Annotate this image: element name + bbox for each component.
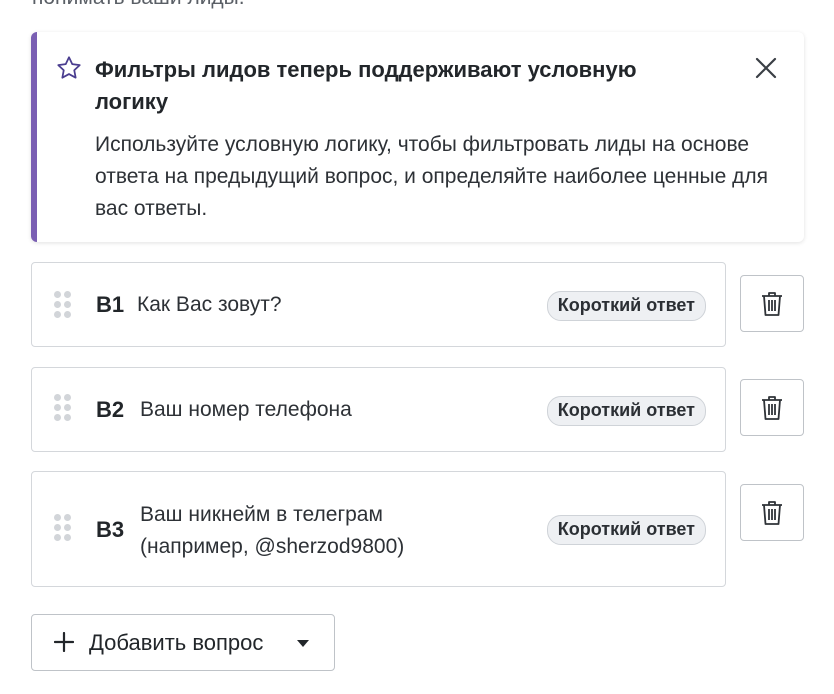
question-card[interactable]: В1 Как Вас зовут? Короткий ответ [31, 262, 726, 347]
question-number: В2 [96, 397, 125, 422]
question-card[interactable]: В2 Ваш номер телефона Короткий ответ [31, 367, 726, 452]
trash-icon [762, 501, 782, 525]
drag-handle-icon[interactable] [54, 514, 74, 542]
question-text[interactable]: Как Вас зовут? [137, 289, 282, 321]
add-question-label: Добавить вопрос [89, 630, 264, 655]
conditional-logic-banner: Фильтры лидов теперь поддерживают условн… [31, 32, 804, 242]
question-text[interactable]: Ваш номер телефона [140, 394, 352, 426]
banner-body: Используйте условную логику, чтобы фильт… [95, 133, 769, 220]
question-text[interactable]: Ваш никнейм в телеграм (например, @sherz… [140, 499, 460, 563]
question-type-badge: Короткий ответ [546, 396, 706, 426]
delete-question-button[interactable] [740, 379, 804, 436]
cut-off-description: понимать ваши лиды. [32, 0, 245, 8]
delete-question-button[interactable] [740, 484, 804, 541]
question-number: В3 [96, 517, 125, 542]
close-icon[interactable] [754, 56, 778, 80]
delete-question-button[interactable] [740, 275, 804, 332]
drag-handle-icon[interactable] [54, 291, 74, 319]
banner-title: Фильтры лидов теперь поддерживают условн… [95, 57, 637, 114]
trash-icon [762, 292, 782, 316]
plus-icon [54, 632, 74, 652]
question-type-badge: Короткий ответ [546, 291, 706, 321]
caret-down-icon [297, 640, 309, 647]
question-type-badge: Короткий ответ [546, 515, 706, 545]
question-card[interactable]: В3 Ваш никнейм в телеграм (например, @sh… [31, 471, 726, 587]
drag-handle-icon[interactable] [54, 394, 74, 422]
star-icon [57, 56, 81, 79]
trash-icon [762, 396, 782, 420]
add-question-button[interactable]: Добавить вопрос [31, 614, 335, 671]
question-number: В1 [96, 292, 125, 317]
